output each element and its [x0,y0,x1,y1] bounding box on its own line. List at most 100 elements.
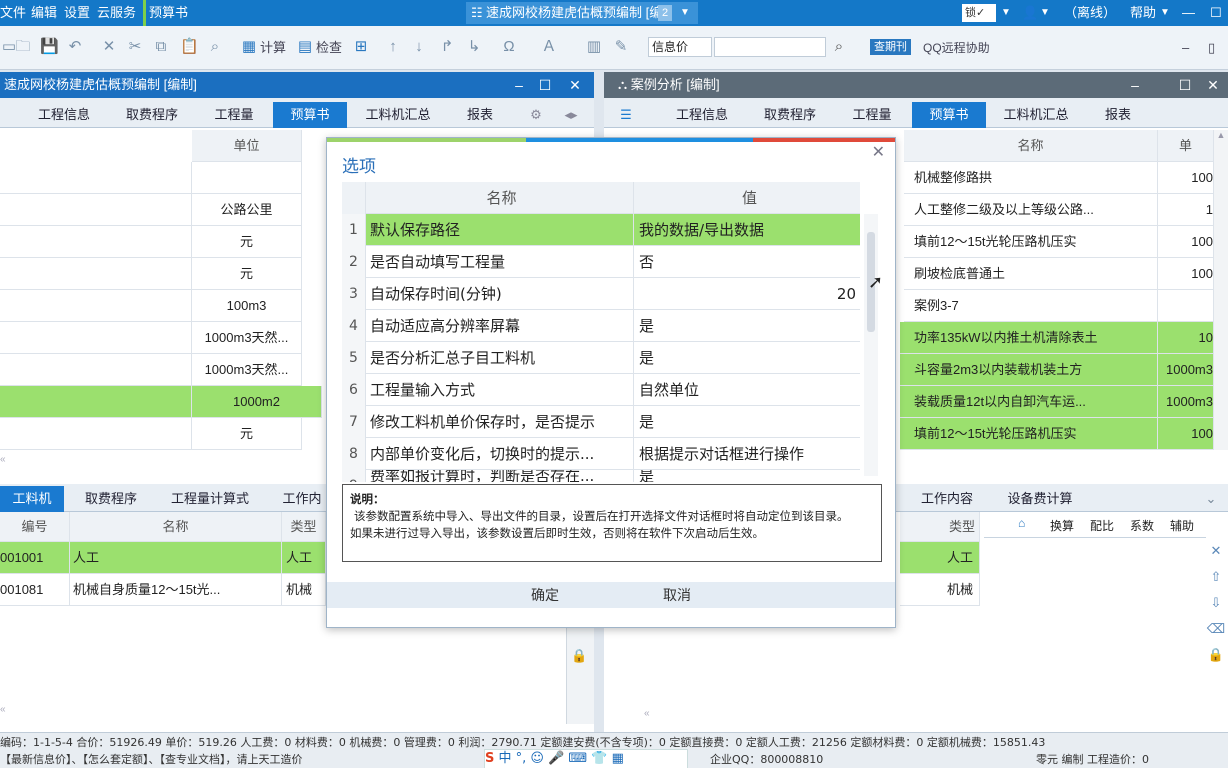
unit-cell[interactable]: 公路公里 [192,194,302,226]
home-icon[interactable]: ⌂ [1018,516,1025,530]
tab-fee-program[interactable]: 取费程序 [116,102,188,128]
option-row[interactable]: 2 是否自动填写工程量 否 [342,246,860,278]
option-value[interactable]: 是 [636,470,860,482]
option-value[interactable]: 20 [636,278,860,310]
item-name-cell[interactable]: 案例3-7 [904,290,1158,322]
option-row[interactable]: 3 自动保存时间(分钟) 20 [342,278,860,310]
ok-button[interactable]: 确定 [485,582,605,608]
maximize-icon[interactable]: ☐ [1210,0,1222,26]
info-price-select[interactable]: 信息价 [648,37,712,57]
tab-fee-program[interactable]: 取费程序 [754,102,826,128]
tab-materials[interactable]: 工料机 [0,486,64,512]
close-icon[interactable]: ✕ [872,142,885,162]
menu-file[interactable]: 文件 [0,0,26,26]
option-row[interactable]: 9 费率如报计算时，判断是否存在... 是 [342,470,860,482]
calc-icon[interactable]: ▦ [240,38,258,56]
horizontal-scrollbar[interactable]: « [644,708,984,720]
unit-cell[interactable]: 1000m3天然... [192,354,302,386]
chevron-down-icon[interactable]: ▼ [1001,0,1011,26]
material-code-cell[interactable]: 001081 [0,574,70,606]
user-icon[interactable]: 👤 [1022,0,1038,26]
menu-settings[interactable]: 设置 [64,0,90,26]
table-row[interactable] [0,226,192,258]
chevron-down-icon[interactable]: ⌄ [1200,486,1222,512]
tab-coefficient[interactable]: 系数 [1130,517,1154,534]
qq-help-link[interactable]: QQ远程协助 [923,38,990,58]
search-icon[interactable]: ⌕ [206,38,224,56]
minimize-icon[interactable]: – [1124,72,1146,98]
tab-project-info[interactable]: 工程信息 [668,102,736,128]
item-unit-cell[interactable]: 1 [1158,194,1214,226]
option-row[interactable]: 5 是否分析汇总子目工料机 是 [342,342,860,374]
dialog-vertical-scrollbar[interactable] [864,214,878,476]
item-unit-cell[interactable]: 100 [1158,418,1214,450]
tab-quantity[interactable]: 工程量 [206,102,262,128]
option-row[interactable]: 4 自动适应高分辨率屏幕 是 [342,310,860,342]
option-row[interactable]: 6 工程量输入方式 自然单位 [342,374,860,406]
move-up-icon[interactable]: ⇧ [1204,564,1228,590]
vertical-scrollbar[interactable]: ▲ [1214,130,1228,450]
tab-work-content[interactable]: 工作内容 [916,486,978,512]
tab-budget[interactable]: 预算书 [273,102,347,128]
table-row[interactable] [0,322,192,354]
maximize-icon[interactable]: ☐ [1174,72,1196,98]
option-row[interactable]: 8 内部单价变化后，切换时的提示... 根据提示对话框进行操作 [342,438,860,470]
table-row[interactable] [0,162,192,194]
unit-cell[interactable]: 1000m2 [192,386,322,418]
move-down-icon[interactable]: ⇩ [1204,590,1228,616]
minimize-icon[interactable]: — [1182,0,1195,26]
demote-icon[interactable]: ↳ [465,38,483,56]
check-button[interactable]: 检查 [316,38,342,58]
option-row[interactable]: 1 默认保存路径 我的数据/导出数据 [342,214,860,246]
horizontal-scrollbar[interactable]: « [0,704,340,716]
unit-cell[interactable]: 元 [192,226,302,258]
periodical-button[interactable]: 查期刊 [870,39,911,55]
move-up-icon[interactable]: ↑ [384,38,402,56]
search-icon[interactable]: ⌕ [830,38,848,56]
item-name-cell[interactable]: 机械整修路拱 [904,162,1158,194]
option-value[interactable]: 根据提示对话框进行操作 [636,438,860,470]
item-name-cell[interactable]: 功率135kW以内推土机清除表土 [900,322,1158,354]
table-row[interactable] [0,354,192,386]
omega-icon[interactable]: Ω [500,38,518,56]
save-icon[interactable]: 💾 [40,38,59,56]
option-value[interactable]: 否 [636,246,860,278]
material-name-cell[interactable]: 人工 [70,542,282,574]
info-price-input[interactable] [714,37,826,57]
tab-reports[interactable]: 报表 [1094,102,1142,128]
help-menu[interactable]: 帮助 [1130,0,1156,26]
tab-material-summary[interactable]: 工料机汇总 [358,102,438,128]
item-unit-cell[interactable]: 100 [1158,162,1214,194]
paste-icon[interactable]: 📋 [180,38,199,56]
undo-icon[interactable]: ↶ [66,38,84,56]
unit-cell[interactable]: 100m3 [192,290,302,322]
settings-icon[interactable]: ⚙ [526,102,546,128]
option-row[interactable]: 7 修改工料机单价保存时，是否提示 是 [342,406,860,438]
ime-toolbar[interactable]: S 中 °, ☺ 🎤 ⌨ 👕 ▦ [484,749,688,768]
option-value[interactable]: 是 [636,310,860,342]
item-unit-cell[interactable]: 100 [1158,226,1214,258]
type-cell[interactable]: 机械 [900,574,980,606]
unit-cell[interactable] [192,162,302,194]
tab-material-summary[interactable]: 工料机汇总 [996,102,1076,128]
unit-cell[interactable]: 1000m3天然... [192,322,302,354]
table-row[interactable] [0,194,192,226]
item-unit-cell[interactable] [1158,290,1214,322]
option-value[interactable]: 是 [636,342,860,374]
eraser-icon[interactable]: ⌫ [1204,616,1228,642]
minimize-icon[interactable]: – [508,72,530,98]
tab-work-content[interactable]: 工作内 [282,486,322,512]
item-name-cell[interactable]: 填前12～15t光轮压路机压实 [900,418,1158,450]
item-name-cell[interactable]: 斗容量2m3以内装载机装土方 [900,354,1158,386]
maximize-icon[interactable]: ☐ [534,72,556,98]
tab-conversion[interactable]: 换算 [1050,517,1074,534]
move-down-icon[interactable]: ↓ [410,38,428,56]
cut-icon[interactable]: ✂ [126,38,144,56]
item-name-cell[interactable]: 人工整修二级及以上等级公路... [904,194,1158,226]
item-name-cell[interactable]: 填前12～15t光轮压路机压实 [904,226,1158,258]
tab-project-info[interactable]: 工程信息 [30,102,98,128]
menu-budget[interactable]: 预算书 [143,0,188,26]
calculator-icon[interactable]: ▥ [585,38,603,56]
font-size-icon[interactable]: Ａ [540,38,558,56]
promote-icon[interactable]: ↱ [438,38,456,56]
